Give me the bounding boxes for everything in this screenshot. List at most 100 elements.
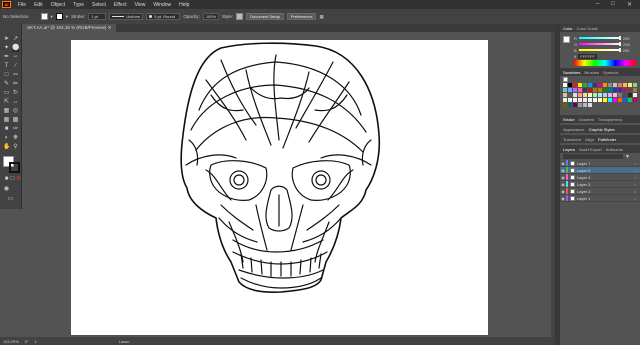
perspective-grid-tool-icon[interactable]: ▦ [3, 117, 10, 124]
swatch-chip[interactable] [568, 93, 572, 97]
stroke-swatch[interactable] [55, 13, 63, 20]
zoom-level[interactable]: 104.29% [3, 339, 19, 344]
swatch-chip[interactable] [583, 93, 587, 97]
swatch-chip[interactable] [583, 98, 587, 102]
swatch-chip[interactable] [583, 83, 587, 87]
swatch-chip[interactable] [623, 83, 627, 87]
blend-tool-icon[interactable]: ◐ [3, 135, 10, 142]
swatch-chip[interactable] [568, 98, 572, 102]
swatch-chip[interactable] [608, 88, 612, 92]
swatch-chip[interactable] [568, 88, 572, 92]
swatch-chip[interactable] [613, 88, 617, 92]
swatch-chip[interactable] [613, 83, 617, 87]
variable-width-profile[interactable]: Uniform [109, 13, 144, 20]
layer-name[interactable]: Layer 4 [577, 175, 634, 180]
tab-layers[interactable]: Layers [563, 147, 575, 152]
swatch-chip[interactable] [568, 83, 572, 87]
layer-row[interactable]: ◉ Layer 4 ○ [560, 174, 640, 181]
menu-type[interactable]: Type [69, 2, 88, 8]
tab-color-guide[interactable]: Color Guide [577, 26, 598, 31]
swatch-chip[interactable] [598, 98, 602, 102]
swatch-chip[interactable] [608, 93, 612, 97]
layer-row[interactable]: ◉ Layer 2 ○ [560, 188, 640, 195]
swatch-chip[interactable] [598, 88, 602, 92]
swatch-chip[interactable] [628, 83, 632, 87]
swatch-chip[interactable] [623, 88, 627, 92]
line-tool-icon[interactable]: ∕ [12, 63, 19, 70]
target-icon[interactable]: ○ [634, 175, 640, 180]
tab-transparency[interactable]: Transparency [598, 117, 622, 122]
target-icon[interactable]: ○ [634, 168, 640, 173]
swatch-chip[interactable] [578, 93, 582, 97]
scale-tool-icon[interactable]: ⇱ [3, 99, 10, 106]
menu-edit[interactable]: Edit [30, 2, 47, 8]
layer-name[interactable]: Layer 7 [577, 161, 634, 166]
tab-color[interactable]: Color [563, 26, 573, 31]
menu-select[interactable]: Select [88, 2, 110, 8]
document-tab[interactable]: SKT.AA.ai* @ 104.16 % (RGB/Preview) ✕ [22, 24, 117, 32]
menu-window[interactable]: Window [149, 2, 175, 8]
menu-effect[interactable]: Effect [110, 2, 131, 8]
screen-mode-icon[interactable]: ▭ [7, 196, 14, 203]
swatch-chip[interactable] [588, 88, 592, 92]
tab-artboards[interactable]: Artboards [606, 147, 623, 152]
swatch-chip[interactable] [603, 83, 607, 87]
tab-pathfinder[interactable]: Pathfinder [598, 137, 616, 142]
swatch-chip[interactable] [633, 83, 637, 87]
swatch-chip[interactable] [568, 103, 572, 107]
pen-tool-icon[interactable]: ✒ [3, 54, 10, 61]
chevron-down-icon[interactable]: ▾ [66, 14, 68, 20]
swatch-chip[interactable] [633, 98, 637, 102]
swatch-chip[interactable] [583, 103, 587, 107]
mesh-tool-icon[interactable]: ▩ [12, 117, 19, 124]
swatch-grid[interactable] [563, 83, 637, 107]
swatch-chip[interactable] [593, 98, 597, 102]
minimize-icon[interactable]: – [596, 1, 599, 7]
swatch-chip[interactable] [583, 88, 587, 92]
opacity-label[interactable]: Opacity: [183, 14, 200, 19]
swatch-chip[interactable] [573, 83, 577, 87]
swatch-chip[interactable] [573, 88, 577, 92]
drawing-mode-icon[interactable]: ◉ [3, 186, 10, 193]
layer-row[interactable]: ◉ Layer 6 ○ [560, 167, 640, 174]
layer-row[interactable]: ◉ Layer 7 ○ [560, 160, 640, 167]
swatch-chip[interactable] [593, 88, 597, 92]
hand-tool-icon[interactable]: ✋ [3, 144, 10, 151]
swatch-chip[interactable] [573, 93, 577, 97]
tab-swatches[interactable]: Swatches [563, 70, 580, 75]
swatch-chip[interactable] [573, 103, 577, 107]
stroke-weight-field[interactable]: 1 pt [88, 13, 107, 20]
tab-graphic-styles[interactable]: Graphic Styles [589, 127, 615, 132]
menu-file[interactable]: File [14, 2, 30, 8]
swatch-chip[interactable] [563, 88, 567, 92]
paintbrush-tool-icon[interactable]: ∾ [12, 72, 19, 79]
swatch-chip[interactable] [588, 98, 592, 102]
layer-row[interactable]: ◉ Layer 3 ○ [560, 181, 640, 188]
swatch-chip[interactable] [598, 83, 602, 87]
tab-gradient[interactable]: Gradient [579, 117, 594, 122]
curvature-tool-icon[interactable]: ∽ [12, 54, 19, 61]
layers-search-input[interactable] [563, 154, 623, 159]
preferences-button[interactable]: Preferences [286, 13, 317, 20]
swatch-chip[interactable] [618, 93, 622, 97]
swatch-chip[interactable] [628, 93, 632, 97]
rotation-value[interactable]: 0° [25, 339, 29, 344]
rectangle-tool-icon[interactable]: □ [3, 72, 10, 79]
swatch-chip[interactable] [578, 83, 582, 87]
swatch-chip[interactable] [603, 93, 607, 97]
document-setup-button[interactable]: Document Setup [246, 13, 284, 20]
swatch-chip[interactable] [578, 88, 582, 92]
swatch-chip[interactable] [623, 98, 627, 102]
brush-definition[interactable]: 5 pt. Round [146, 13, 181, 20]
layer-name[interactable]: Layer 2 [577, 189, 634, 194]
target-icon[interactable]: ○ [634, 196, 640, 201]
swatch-chip[interactable] [598, 93, 602, 97]
zoom-tool-icon[interactable]: ⚲ [12, 144, 19, 151]
tab-stroke[interactable]: Stroke [563, 117, 575, 122]
swatch-chip[interactable] [563, 83, 567, 87]
layer-name[interactable]: Layer 3 [577, 182, 634, 187]
hex-field[interactable]: # FFFFFF [574, 53, 640, 59]
swatch-chip[interactable] [563, 98, 567, 102]
swatch-chip[interactable] [578, 103, 582, 107]
swatch-chip[interactable] [618, 83, 622, 87]
